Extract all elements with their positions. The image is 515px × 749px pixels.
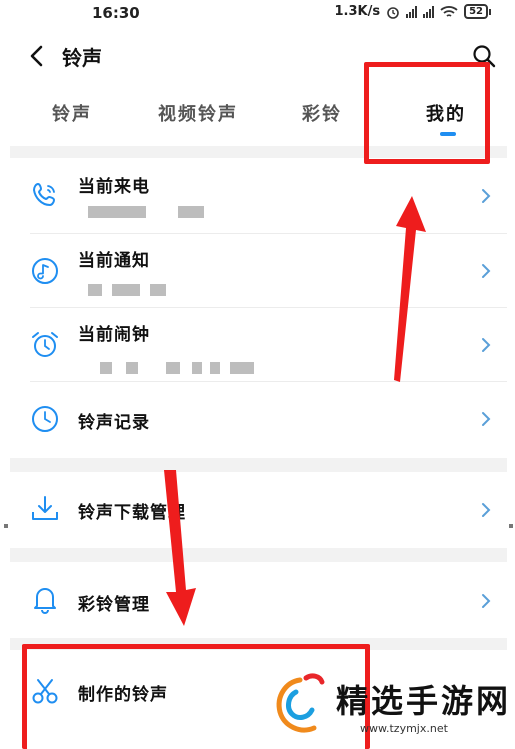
redacted-value — [88, 284, 102, 296]
tab-video-ringtone[interactable]: 视频铃声 — [158, 100, 238, 126]
crbt-manager-label: 彩铃管理 — [78, 595, 150, 615]
redacted-value — [230, 362, 254, 374]
watermark-name: 精选手游网 — [336, 682, 512, 720]
network-speed: 1.3K/s — [334, 4, 381, 19]
section-divider — [10, 548, 507, 562]
list-item-download-manager[interactable]: 铃声下载管理 — [10, 472, 507, 548]
wifi-icon — [440, 5, 458, 17]
current-alarm-label: 当前闹钟 — [78, 325, 150, 345]
status-icons: 1.3K/s 52 — [334, 4, 491, 19]
tab-crbt[interactable]: 彩铃 — [302, 100, 342, 126]
list-item-current-notification[interactable]: 当前通知 — [10, 234, 507, 308]
redacted-value — [100, 362, 112, 374]
back-icon[interactable] — [26, 44, 50, 68]
redacted-value — [166, 362, 180, 374]
chevron-right-icon — [482, 594, 491, 608]
music-note-icon — [32, 258, 58, 284]
alarm-icon — [387, 6, 399, 19]
list-item-current-call[interactable]: 当前来电 — [10, 158, 507, 234]
redacted-value — [112, 284, 140, 296]
status-time: 16:30 — [92, 4, 140, 22]
ringtone-history-label: 铃声记录 — [78, 413, 150, 433]
chevron-right-icon — [482, 503, 491, 517]
clock-icon — [32, 406, 58, 432]
current-notification-label: 当前通知 — [78, 251, 150, 271]
download-manager-label: 铃声下载管理 — [78, 503, 186, 523]
watermark: 精选手游网 www.tzymjx.net — [270, 670, 515, 742]
redacted-value — [126, 362, 138, 374]
edge-marker — [509, 524, 513, 528]
redacted-value — [192, 362, 202, 374]
list-item-crbt-manager[interactable]: 彩铃管理 — [10, 562, 507, 638]
tab-ringtone[interactable]: 铃声 — [52, 100, 92, 126]
watermark-logo — [276, 673, 325, 733]
redacted-value — [178, 206, 204, 218]
phone-icon — [32, 182, 56, 207]
battery-icon: 52 — [464, 4, 491, 19]
chevron-right-icon — [482, 338, 491, 352]
watermark-url: www.tzymjx.net — [360, 722, 448, 735]
chevron-right-icon — [482, 412, 491, 426]
section-divider — [10, 458, 507, 472]
list-item-current-alarm[interactable]: 当前闹钟 — [10, 308, 507, 382]
edge-marker — [4, 524, 8, 528]
signal-icon-1 — [406, 5, 418, 18]
status-bar: 16:30 1.3K/s 52 — [0, 0, 515, 30]
signal-icon-2 — [423, 5, 435, 18]
current-call-label: 当前来电 — [78, 177, 150, 197]
highlight-box-mine-tab — [364, 62, 490, 164]
bell-icon — [34, 588, 56, 614]
alarm-clock-icon — [32, 332, 58, 357]
redacted-value — [88, 206, 146, 218]
chevron-right-icon — [482, 264, 491, 278]
list-item-ringtone-history[interactable]: 铃声记录 — [10, 382, 507, 458]
download-icon — [32, 496, 58, 520]
chevron-right-icon — [482, 189, 491, 203]
redacted-value — [150, 284, 166, 296]
page-title: 铃声 — [62, 46, 102, 70]
redacted-value — [210, 362, 220, 374]
